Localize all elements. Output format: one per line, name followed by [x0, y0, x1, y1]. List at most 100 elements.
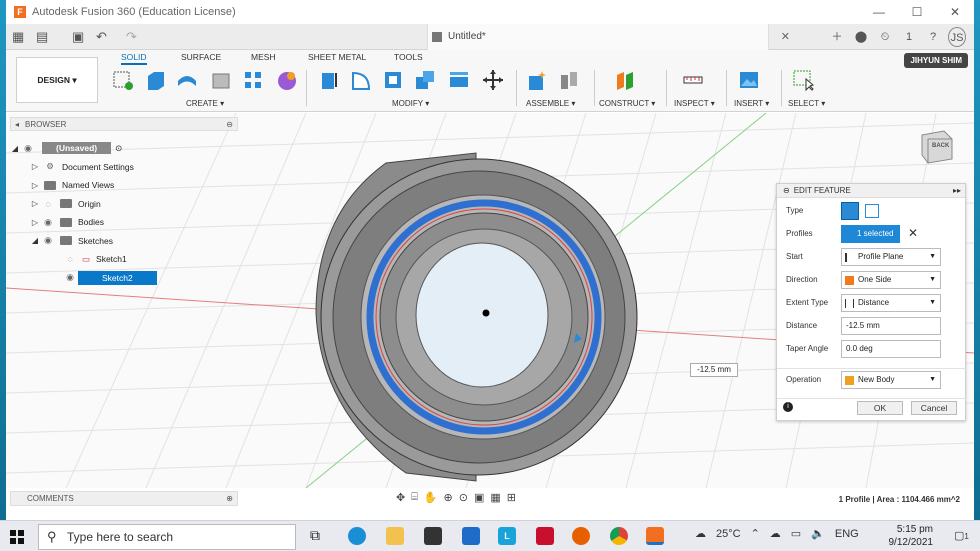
tab-mesh[interactable]: MESH [251, 52, 276, 62]
extent-type-dropdown[interactable]: Distance ▼ [841, 294, 941, 312]
browser-item-document-settings[interactable]: ▷ ⚙ Document Settings [10, 158, 238, 177]
add-comment-icon[interactable]: ⊕ [226, 494, 233, 503]
combine-icon[interactable] [276, 69, 298, 91]
distance-dimension-input[interactable]: -12.5 mm [690, 363, 738, 377]
expand-dialog-icon[interactable]: ▸▸ [953, 186, 961, 195]
press-pull-icon[interactable] [318, 69, 340, 91]
revolve-icon[interactable] [176, 69, 198, 91]
maximize-button[interactable]: ☐ [898, 0, 936, 24]
zoom-icon[interactable]: ⊕ [444, 491, 453, 504]
job-status-icon[interactable]: ⏲ [876, 27, 894, 47]
tab-surface[interactable]: SURFACE [181, 52, 221, 62]
store-icon[interactable] [424, 527, 442, 545]
extrude-icon[interactable] [144, 69, 166, 91]
weather-icon[interactable]: ☁ [695, 527, 706, 540]
expand-arrow-icon[interactable]: ▷ [30, 162, 40, 171]
fusion-taskbar-icon[interactable] [646, 527, 664, 545]
active-radio-icon[interactable]: ⊙ [115, 143, 122, 154]
sweep-icon[interactable] [210, 69, 232, 91]
eye-icon[interactable]: ◉ [40, 217, 56, 228]
grid-menu-icon[interactable]: ▦ [12, 28, 24, 46]
orbit-icon[interactable]: ✥ [396, 491, 405, 504]
clear-selection-icon[interactable]: ✕ [908, 226, 918, 240]
comments-panel[interactable]: COMMENTS ⊕ [10, 491, 238, 506]
action-center-icon[interactable]: ▢1 [954, 529, 969, 542]
linkedin-learning-icon[interactable]: L [498, 527, 516, 545]
look-at-icon[interactable]: ⌸ [411, 491, 418, 504]
browser-item-origin[interactable]: ▷ ◌ Origin [10, 195, 238, 214]
network-icon[interactable]: ▭ [791, 527, 801, 540]
grid-settings-icon[interactable]: ▦ [490, 491, 500, 504]
thin-type-icon[interactable] [865, 204, 879, 218]
rectangular-pattern-icon[interactable] [242, 69, 264, 91]
volume-icon[interactable]: 🔈 [811, 527, 825, 540]
create-menu[interactable]: CREATE ▾ [186, 99, 224, 108]
insert-menu[interactable]: INSERT ▾ [734, 99, 769, 108]
operation-dropdown[interactable]: New Body ▼ [841, 371, 941, 389]
browser-header[interactable]: ◂ BROWSER ⊖ [10, 117, 238, 131]
display-settings-icon[interactable]: ▣ [474, 491, 484, 504]
move-copy-icon[interactable] [482, 69, 504, 91]
direction-dropdown[interactable]: One Side ▼ [841, 271, 941, 289]
info-icon[interactable]: i [783, 402, 793, 412]
ok-button[interactable]: OK [857, 401, 903, 415]
offset-face-icon[interactable] [448, 69, 470, 91]
chrome-icon[interactable] [610, 527, 628, 545]
minimize-panel-icon[interactable]: ⊖ [226, 120, 233, 129]
new-component-icon[interactable] [526, 69, 548, 91]
eye-icon[interactable]: ◉ [20, 143, 36, 154]
tab-tools[interactable]: TOOLS [394, 52, 423, 62]
browser-item-bodies[interactable]: ▷ ◉ Bodies [10, 213, 238, 232]
mcafee-icon[interactable] [536, 527, 554, 545]
browser-item-named-views[interactable]: ▷ Named Views [10, 176, 238, 195]
edge-icon[interactable] [348, 527, 366, 545]
windows-start-icon[interactable] [10, 530, 24, 544]
collapse-icon[interactable]: ◂ [15, 120, 19, 129]
select-menu[interactable]: SELECT ▾ [788, 99, 825, 108]
save-icon[interactable]: ▣ [72, 28, 84, 46]
assemble-menu[interactable]: ASSEMBLE ▾ [526, 99, 575, 108]
file-icon[interactable]: ▤ [36, 28, 48, 46]
distance-input[interactable]: -12.5 mm [841, 317, 941, 335]
extensions-icon[interactable]: ⬤ [852, 27, 870, 47]
notification-count[interactable]: 1 [900, 27, 918, 47]
create-sketch-icon[interactable] [112, 69, 134, 91]
tab-sheet-metal[interactable]: SHEET METAL [308, 52, 366, 62]
select-icon[interactable] [792, 69, 814, 91]
eye-hidden-icon[interactable]: ◌ [40, 199, 56, 209]
view-cube[interactable]: BACK [914, 127, 954, 167]
browser-item-sketches[interactable]: ◢ ◉ Sketches [10, 232, 238, 251]
avatar[interactable]: JS [948, 27, 966, 47]
minimize-button[interactable]: — [860, 0, 898, 24]
document-tab[interactable]: Untitled* ✕ [427, 24, 790, 50]
task-view-icon[interactable]: ⧉ [310, 527, 328, 545]
cloud-icon[interactable]: ☁ [770, 527, 781, 540]
close-button[interactable]: ✕ [936, 0, 974, 24]
design-canvas[interactable]: ◂ BROWSER ⊖ ◢ ◉ (Unsaved) ⊙ ▷ ⚙ Document… [6, 113, 974, 506]
show-hidden-icons-icon[interactable]: ⌃ [751, 527, 760, 540]
browser-item-sketch2[interactable]: ◉ Sketch2 [10, 269, 238, 288]
modify-menu[interactable]: MODIFY ▾ [392, 99, 429, 108]
taper-angle-input[interactable]: 0.0 deg [841, 340, 941, 358]
fillet-icon[interactable] [350, 69, 372, 91]
help-icon[interactable]: ? [924, 27, 942, 47]
mail-icon[interactable] [462, 527, 480, 545]
undo-icon[interactable]: ↶ [96, 28, 107, 46]
measure-icon[interactable] [682, 69, 704, 91]
browser-item-sketch1[interactable]: ◌ ▭ Sketch1 [10, 250, 238, 269]
file-explorer-icon[interactable] [386, 527, 404, 545]
fit-icon[interactable]: ⊙ [459, 491, 468, 504]
start-dropdown[interactable]: Profile Plane ▼ [841, 248, 941, 266]
workspace-switcher[interactable]: DESIGN ▾ [16, 57, 98, 103]
offset-plane-icon[interactable] [614, 69, 636, 91]
shell-icon[interactable] [382, 69, 404, 91]
taskbar-search[interactable]: ⚲ Type here to search [38, 524, 296, 550]
eye-hidden-icon[interactable]: ◌ [62, 254, 78, 264]
expand-arrow-icon[interactable]: ▷ [30, 181, 40, 190]
expand-arrow-icon[interactable]: ▷ [30, 218, 40, 227]
collapse-arrow-icon[interactable]: ◢ [30, 236, 40, 245]
new-tab-icon[interactable]: ＋ [828, 27, 846, 47]
cancel-button[interactable]: Cancel [911, 401, 957, 415]
clock[interactable]: 5:15 pm 9/12/2021 [887, 523, 934, 549]
construct-menu[interactable]: CONSTRUCT ▾ [599, 99, 655, 108]
